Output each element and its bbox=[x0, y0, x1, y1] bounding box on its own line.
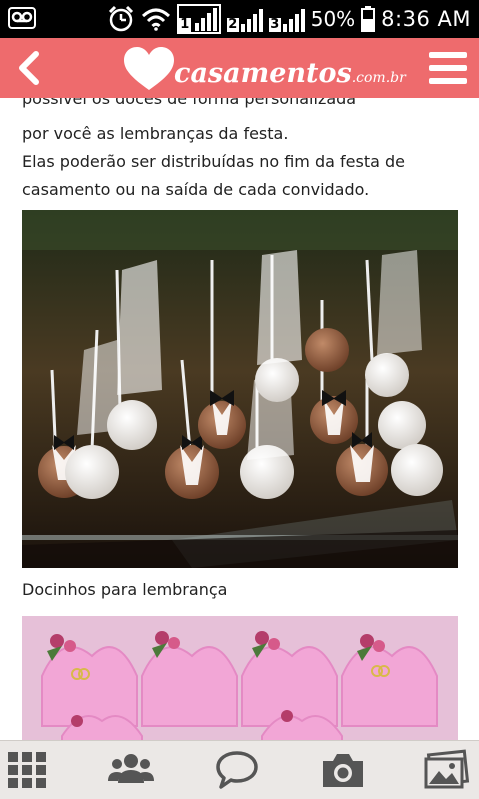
paragraph-line: por você as lembranças da festa. bbox=[22, 124, 289, 143]
apps-grid-icon[interactable] bbox=[4, 749, 50, 791]
camera-icon[interactable] bbox=[320, 749, 366, 791]
app-header: casamentos.com.br bbox=[0, 38, 479, 98]
status-bar: 1 2 3 50% 8:36 AM bbox=[0, 0, 479, 38]
bottom-navigation bbox=[0, 740, 479, 799]
gallery-icon[interactable] bbox=[424, 749, 470, 791]
sim3-signal-icon: 3 bbox=[268, 6, 305, 32]
sim1-signal-icon: 1 bbox=[176, 4, 221, 34]
battery-percent: 50% bbox=[310, 7, 356, 31]
battery-icon bbox=[361, 6, 376, 32]
favor-boxes-photo[interactable] bbox=[22, 616, 458, 740]
logo-domain: .com.br bbox=[351, 70, 406, 86]
wifi-icon bbox=[141, 8, 170, 31]
article-paragraph: por você as lembranças da festa. Elas po… bbox=[22, 120, 462, 204]
menu-icon[interactable] bbox=[429, 50, 467, 86]
heart-logo-icon bbox=[124, 47, 174, 90]
alarm-icon bbox=[108, 5, 133, 32]
status-left bbox=[8, 6, 36, 34]
paragraph-line: casamento ou na saída de cada convidado. bbox=[22, 180, 370, 199]
chat-bubble-icon[interactable] bbox=[214, 749, 260, 791]
cake-pops-photo[interactable] bbox=[22, 210, 458, 568]
logo-text: casamentos bbox=[174, 58, 352, 89]
people-icon[interactable] bbox=[108, 749, 154, 791]
photo-caption: Docinhos para lembrança bbox=[22, 580, 228, 599]
site-logo[interactable]: casamentos.com.br bbox=[122, 44, 406, 94]
clock: 8:36 AM bbox=[381, 7, 471, 31]
sim2-signal-icon: 2 bbox=[226, 6, 263, 32]
paragraph-line: Elas poderão ser distribuídas no fim da … bbox=[22, 152, 405, 171]
back-icon[interactable] bbox=[10, 48, 50, 88]
status-right: 1 2 3 50% 8:36 AM bbox=[107, 4, 471, 34]
voicemail-icon bbox=[8, 7, 36, 29]
article-content[interactable]: possível os doces de forma personalizada… bbox=[0, 98, 479, 740]
partial-text-line: possível os doces de forma personalizada bbox=[22, 98, 357, 108]
